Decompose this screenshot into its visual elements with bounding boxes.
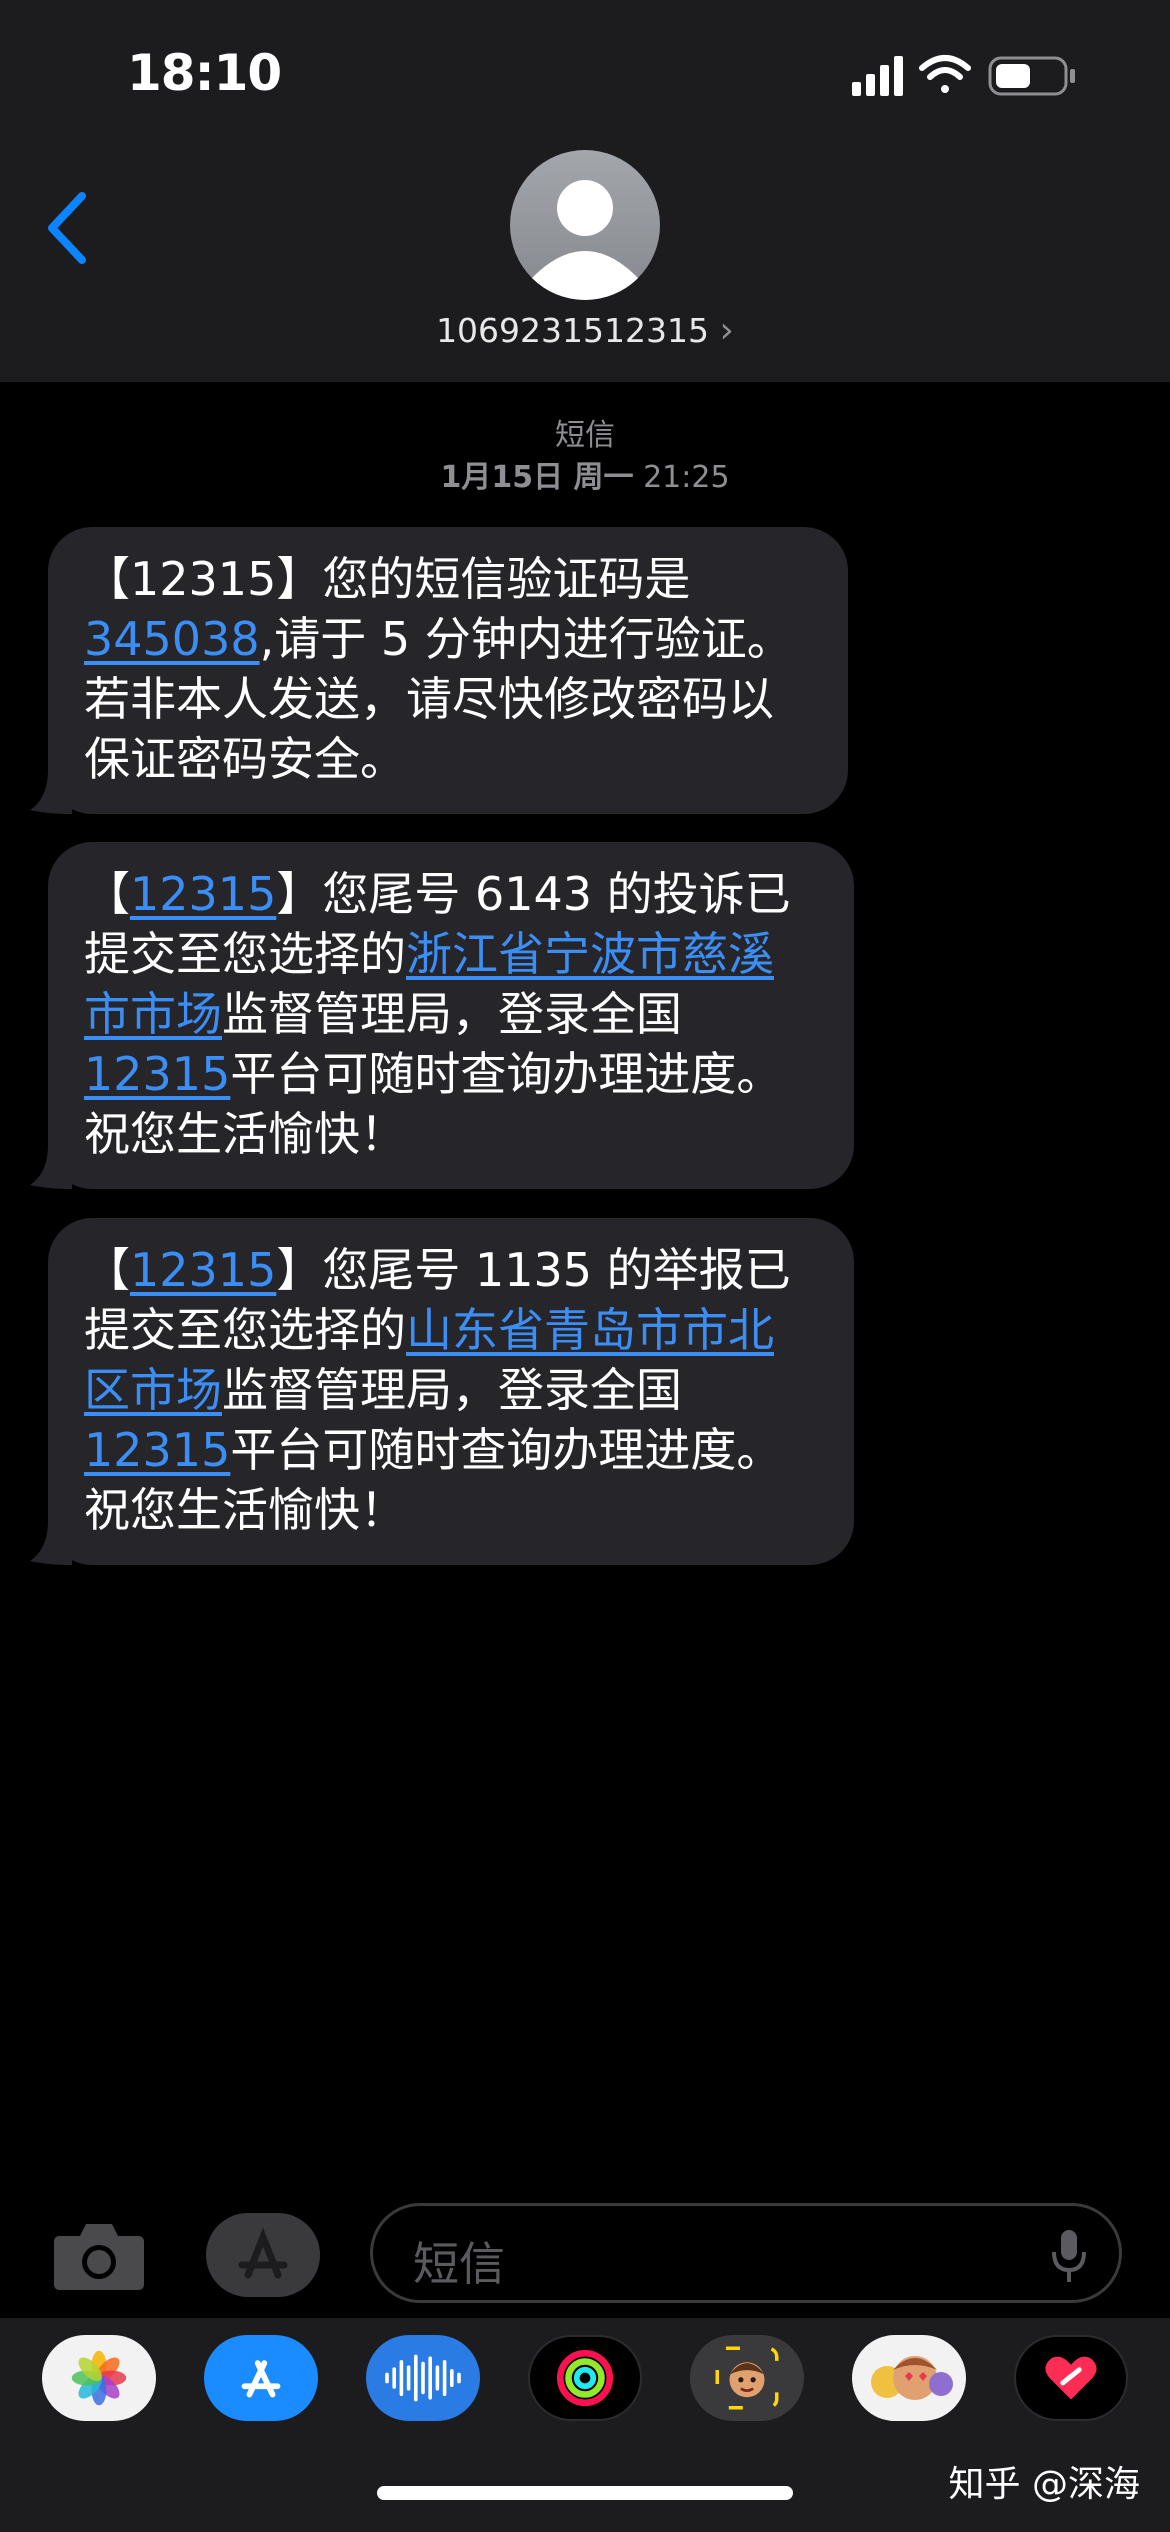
- message-text-segment: 【12315】您的短信验证码是: [84, 552, 691, 606]
- timestamp-time: 21:25: [643, 460, 730, 495]
- message-link[interactable]: 345038: [84, 612, 260, 666]
- message-bubble[interactable]: 【12315】您尾号 6143 的投诉已提交至您选择的浙江省宁波市慈溪市市场监督…: [30, 842, 854, 1189]
- wifi-icon: [919, 55, 971, 93]
- digital-touch-app-icon[interactable]: [1014, 2335, 1128, 2421]
- camera-icon[interactable]: [52, 2218, 146, 2292]
- message-text-segment: 【: [84, 1243, 130, 1297]
- message-bubble[interactable]: 【12315】您的短信验证码是345038,请于 5 分钟内进行验证。若非本人发…: [30, 527, 848, 814]
- message-text-segment: 【: [84, 867, 130, 921]
- contact-avatar[interactable]: [510, 150, 660, 300]
- message-link[interactable]: 12315: [84, 1047, 230, 1101]
- memoji-app-icon[interactable]: [690, 2335, 804, 2421]
- message-text: 【12315】您尾号 1135 的举报已提交至您选择的山东省青岛市市北区市场监督…: [84, 1240, 816, 1540]
- app-store-app-icon[interactable]: [204, 2335, 318, 2421]
- timestamp-label: 短信: [555, 418, 615, 453]
- status-time: 18:10: [127, 44, 282, 102]
- photos-app-icon[interactable]: [42, 2335, 156, 2421]
- cellular-signal-icon: [852, 56, 903, 96]
- conversation-header: 18:10 1069231512315 ›: [0, 0, 1170, 382]
- message-input-placeholder: 短信: [413, 2237, 505, 2291]
- memoji-face-icon: [715, 2346, 779, 2410]
- message-text: 【12315】您尾号 6143 的投诉已提交至您选择的浙江省宁波市慈溪市市场监督…: [84, 864, 816, 1164]
- message-link[interactable]: 12315: [130, 867, 276, 921]
- app-store-button-icon[interactable]: [206, 2213, 320, 2297]
- app-store-a-icon: [241, 2360, 281, 2398]
- waveform-icon: [385, 2354, 461, 2402]
- timestamp-day: 1月15日 周一: [440, 460, 634, 495]
- message-bubble[interactable]: 【12315】您尾号 1135 的举报已提交至您选择的山东省青岛市市北区市场监督…: [30, 1218, 854, 1565]
- activity-rings-icon: [556, 2349, 614, 2407]
- activity-app-icon[interactable]: [528, 2335, 642, 2421]
- person-silhouette-icon: [532, 180, 638, 300]
- message-text-segment: 监督管理局，登录全国: [222, 1363, 682, 1417]
- chevron-right-icon: ›: [719, 310, 734, 351]
- back-chevron-icon[interactable]: [40, 188, 100, 268]
- battery-icon: [988, 56, 1075, 96]
- message-text: 【12315】您的短信验证码是345038,请于 5 分钟内进行验证。若非本人发…: [84, 549, 810, 789]
- bubble-tail: [30, 770, 72, 814]
- bubble-tail: [30, 1145, 72, 1189]
- message-text-segment: 监督管理局，登录全国: [222, 987, 682, 1041]
- contact-number: 1069231512315: [436, 311, 710, 350]
- status-icons: [852, 55, 1075, 96]
- heart-icon: [1045, 2356, 1097, 2400]
- bubble-tail: [30, 1521, 72, 1565]
- memoji-stickers-app-icon[interactable]: [852, 2335, 966, 2421]
- contact-name[interactable]: 1069231512315 ›: [0, 310, 1170, 351]
- watermark: 知乎 @深海: [948, 2464, 1140, 2505]
- microphone-icon[interactable]: [1049, 2228, 1089, 2284]
- home-indicator[interactable]: [377, 2486, 793, 2500]
- message-input[interactable]: 短信: [370, 2203, 1122, 2303]
- audio-message-app-icon[interactable]: [366, 2335, 480, 2421]
- memoji-stickers-icon: [871, 2356, 953, 2400]
- message-link[interactable]: 12315: [84, 1423, 230, 1477]
- timestamp-date: 1月15日 周一 21:25: [0, 457, 1170, 499]
- message-link[interactable]: 12315: [130, 1243, 276, 1297]
- message-timestamp: 短信 1月15日 周一 21:25: [0, 415, 1170, 499]
- photos-flower-icon: [71, 2350, 127, 2406]
